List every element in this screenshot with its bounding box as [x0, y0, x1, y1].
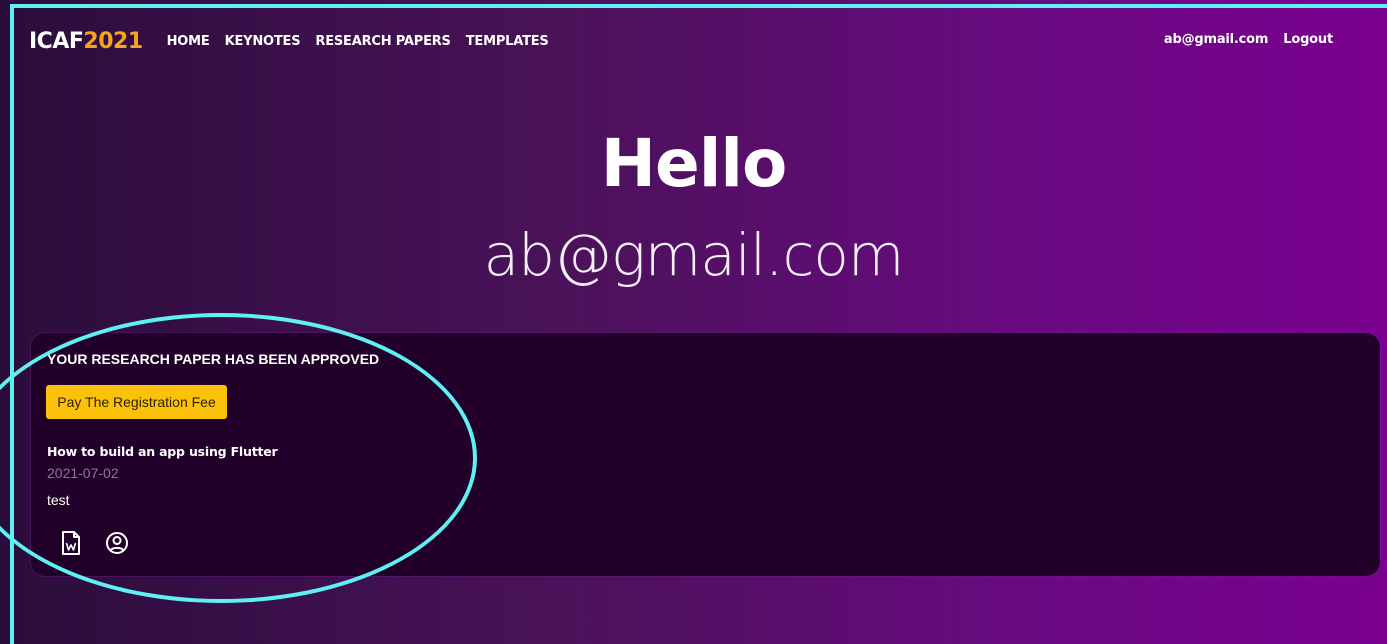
brand-logo[interactable]: ICAF2021	[29, 29, 143, 54]
paper-date: 2021-07-02	[47, 465, 119, 481]
nav-templates[interactable]: TEMPLATES	[466, 34, 549, 49]
paper-description: test	[47, 492, 70, 508]
hero-greeting: Hello	[600, 125, 788, 202]
navbar: ICAF2021 HOME KEYNOTES RESEARCH PAPERS T…	[29, 25, 564, 57]
nav-user-area: ab@gmail.com Logout	[1149, 32, 1333, 47]
brand-year: 2021	[83, 28, 143, 54]
paper-title: How to build an app using Flutter	[47, 444, 278, 459]
nav-user-email[interactable]: ab@gmail.com	[1164, 32, 1269, 47]
logout-link[interactable]: Logout	[1283, 32, 1333, 47]
nav-home[interactable]: HOME	[167, 34, 210, 49]
pay-registration-fee-button[interactable]: Pay The Registration Fee	[46, 385, 227, 419]
paper-status-card: YOUR RESEARCH PAPER HAS BEEN APPROVED Pa…	[31, 333, 1380, 576]
nav-keynotes[interactable]: KEYNOTES	[225, 34, 301, 49]
approval-status: YOUR RESEARCH PAPER HAS BEEN APPROVED	[47, 351, 380, 367]
user-circle-icon[interactable]	[105, 530, 129, 556]
brand-name: ICAF	[29, 28, 84, 54]
nav-research-papers[interactable]: RESEARCH PAPERS	[315, 34, 451, 49]
hero-email: ab@gmail.com	[483, 221, 905, 289]
word-document-icon[interactable]	[59, 530, 83, 556]
